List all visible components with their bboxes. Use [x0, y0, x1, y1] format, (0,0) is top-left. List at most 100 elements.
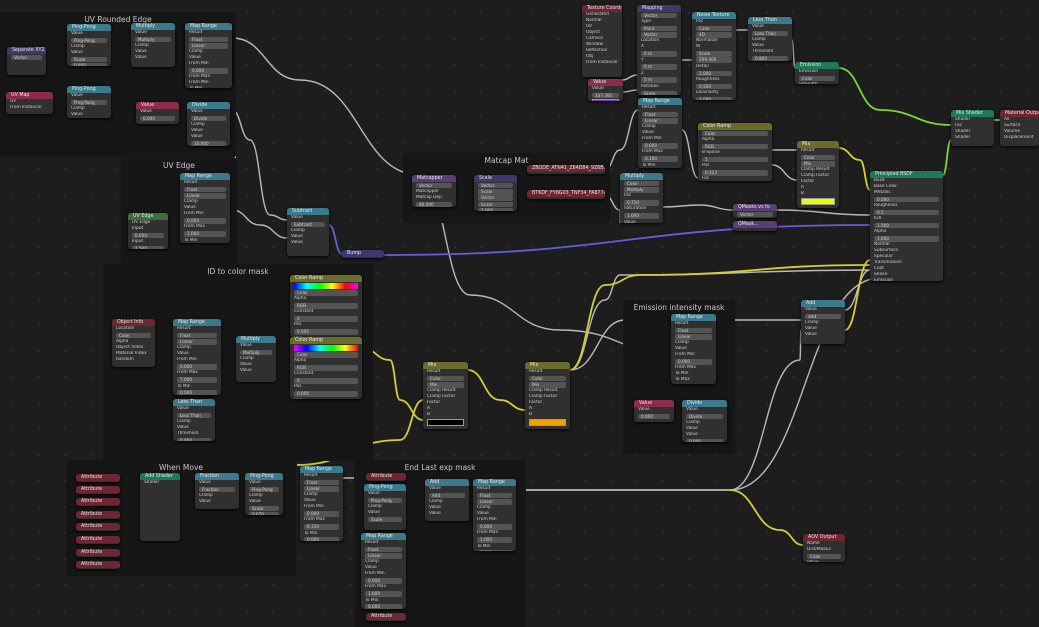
node-row[interactable]: Vector	[478, 195, 513, 201]
node-row[interactable]: Add	[805, 313, 841, 320]
node-lessthan2[interactable]: Less Than Value Less Than Clamp Value Thresho…	[748, 17, 792, 61]
node-mix1[interactable]: Mix Result Color Mix Clamp Result Clamp Facto…	[423, 362, 468, 429]
node-row[interactable]: Scale	[71, 56, 107, 63]
node-row[interactable]: 0.000	[132, 232, 164, 239]
node-row[interactable]: Multiply	[240, 349, 272, 356]
node-row[interactable]: Divide	[191, 115, 226, 122]
node-attribute[interactable]: Attribute	[76, 536, 120, 544]
node-row[interactable]: 0.000	[304, 537, 339, 541]
node-maprange2[interactable]: Map Range Result Float Linear Clamp Value From…	[180, 173, 230, 243]
node-lessthan1[interactable]: Less Than Value Less Than Clamp Value Thresho…	[173, 399, 215, 441]
color-ramp-gradient[interactable]	[294, 283, 358, 289]
node-attribute[interactable]: Attribute	[76, 549, 120, 557]
node-row[interactable]: 1.000	[184, 231, 226, 237]
link-gray[interactable]	[681, 129, 699, 179]
link-yellow[interactable]	[838, 147, 871, 191]
node-bump[interactable]: Bump	[342, 250, 384, 258]
node-row[interactable]: Multiply	[624, 187, 659, 193]
node-row[interactable]: 2.000	[696, 96, 732, 100]
node-maprange3[interactable]: Map Range Result Float Linear Clamp Value From…	[173, 319, 221, 395]
node-row[interactable]: Float	[675, 327, 712, 334]
link-green[interactable]	[838, 67, 952, 126]
node-row[interactable]: 0.670	[249, 512, 279, 515]
node-row[interactable]: 0.5	[874, 209, 939, 216]
node-pingpong4[interactable]: Ping-Pong Value Ping-Pong Clamp Value Scale	[364, 484, 406, 530]
node-row[interactable]: 0.710	[624, 200, 659, 206]
node-row[interactable]: Less Than	[752, 30, 788, 37]
color-swatch[interactable]	[529, 419, 566, 427]
node-row[interactable]: Ping-Pong	[71, 37, 107, 44]
node-row[interactable]: Scale	[249, 505, 279, 512]
node-row[interactable]: Linear	[184, 193, 226, 199]
node-maprange1[interactable]: Map Range Result Float Linear Clamp Value From…	[185, 23, 232, 88]
node-attribute[interactable]: Attribute	[76, 474, 120, 482]
node-colramp3[interactable]: Color Ramp Color Alpha RGB B-Spline 1 Pos 0.323…	[698, 123, 772, 181]
node-row[interactable]: Linear	[675, 334, 712, 340]
node-matcap[interactable]: Matcapper Vector Matcapper Matcap Dep 90.000	[412, 175, 456, 207]
node-qmasks[interactable]: QMasks vs foVectorDist	[733, 204, 777, 218]
node-mult3[interactable]: Multiply Value Multiply Clamp Value Value	[236, 336, 276, 382]
node-uv-map[interactable]: UV Map UV From Instancer	[6, 92, 53, 114]
node-add1[interactable]: Add Value Add Clamp Value Value	[425, 479, 469, 521]
node-mixshader[interactable]: Mix Shader Shader Fac Shader Shader	[951, 110, 994, 146]
node-attribute[interactable]: Attribute	[76, 498, 120, 506]
node-pingpong3[interactable]: Ping-Pong Value Ping-Pong Clamp Value Scale 0.…	[245, 473, 283, 515]
link-gray[interactable]	[622, 89, 638, 93]
node-row[interactable]: Add	[429, 492, 465, 499]
node-row[interactable]: Less Than	[177, 412, 211, 419]
node-row[interactable]: Vector	[11, 54, 42, 61]
node-row[interactable]: 0.000	[294, 329, 358, 335]
node-scale[interactable]: Scale Vector Scale Vector Scale 1.000	[474, 175, 517, 211]
node-row[interactable]: 0.000	[189, 68, 228, 74]
node-row[interactable]: Color	[807, 553, 841, 560]
node-noise[interactable]: Noise Texture Fac Color 4D Normalize W Scale 59…	[692, 12, 736, 100]
node-row[interactable]: Color	[116, 332, 151, 339]
node-row[interactable]: Color	[294, 290, 358, 296]
node-row[interactable]: Linear	[304, 486, 339, 492]
node-matout[interactable]: Material Output All Surface Volume Displacem…	[1000, 110, 1039, 146]
node-row[interactable]: 0.950	[177, 437, 211, 441]
node-mix3[interactable]: Mix Result Color Mix Clamp Result Clamp Facto…	[797, 141, 839, 208]
node-row[interactable]: 0 m	[641, 77, 677, 83]
node-row[interactable]: Ping-Pong	[249, 486, 279, 493]
node-fraction[interactable]: Fraction Value Fraction Clamp Value	[195, 473, 239, 509]
node-row[interactable]: 0	[294, 316, 358, 322]
node-row[interactable]: Scale	[478, 201, 513, 208]
node-row[interactable]: Scale	[478, 189, 513, 195]
node-img1[interactable]: ZBODE_ATN41_Z64D84_9Z6B7E.png	[527, 165, 605, 174]
node-uvedge[interactable]: UV Edge UV Edge Input 0.000 Input 1.500	[128, 213, 168, 249]
node-attribute[interactable]: Attribute	[76, 511, 120, 519]
link-gray[interactable]	[776, 209, 871, 216]
node-value3[interactable]: Value Value 0.000	[634, 400, 674, 422]
node-attribute[interactable]: Attribute	[76, 561, 120, 569]
link-gray[interactable]	[231, 109, 288, 221]
node-row[interactable]: Linear	[189, 43, 228, 49]
node-row[interactable]: 0.000	[686, 438, 723, 442]
node-row[interactable]: 1.500	[874, 222, 939, 229]
node-row[interactable]: Float	[304, 479, 339, 486]
node-row[interactable]: Color	[696, 25, 732, 32]
node-row[interactable]: Vector	[641, 32, 677, 38]
node-row[interactable]: Color	[529, 375, 566, 382]
node-value2[interactable]: Value Value 337.391	[588, 79, 623, 101]
node-row[interactable]: Color	[801, 154, 835, 161]
node-img2[interactable]: BT6DF_FY8G03_TNF34_FA8778.png	[527, 190, 605, 199]
node-row[interactable]: 0.000	[365, 578, 402, 584]
node-row[interactable]: Float	[365, 546, 402, 553]
node-row[interactable]: 2.000	[696, 70, 732, 77]
color-swatch[interactable]	[592, 99, 619, 101]
node-row[interactable]: RGB	[702, 143, 768, 150]
node-row[interactable]: 0.800	[752, 55, 788, 61]
link-gray[interactable]	[662, 204, 734, 211]
node-row[interactable]: 0 m	[641, 51, 677, 57]
node-row[interactable]: 0.000	[638, 413, 670, 420]
node-row[interactable]: 0.000	[184, 218, 226, 224]
node-attribute[interactable]: Attribute	[76, 486, 120, 494]
node-row[interactable]: Ping-Pong	[71, 99, 107, 106]
node-row[interactable]: 1.000	[874, 236, 939, 242]
node-row[interactable]: Float	[177, 332, 217, 339]
node-principled[interactable]: Principled BSDF BSDF Base Color Metallic 0.0…	[870, 171, 943, 281]
node-row[interactable]: Multiply	[135, 36, 171, 43]
node-row[interactable]: Point	[641, 25, 677, 32]
node-row[interactable]: 0.000	[177, 390, 217, 395]
